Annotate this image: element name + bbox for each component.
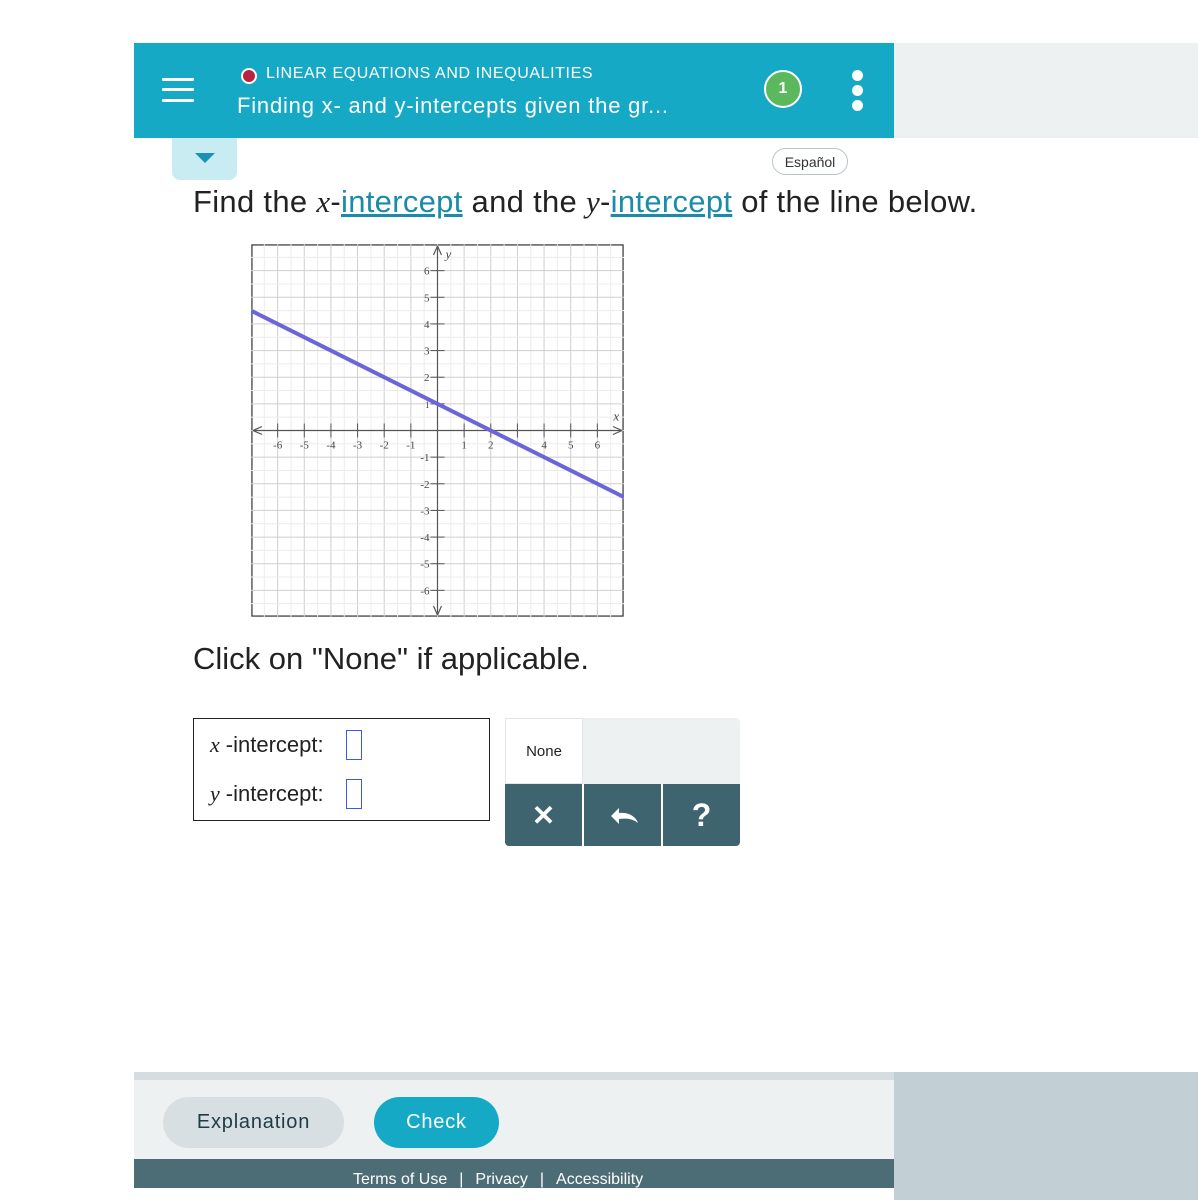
intercept-link-1[interactable]: intercept xyxy=(341,184,463,219)
help-button[interactable]: ? xyxy=(663,784,740,846)
red-dot-icon xyxy=(241,68,257,84)
question-text: Find the x-intercept and the y-intercept… xyxy=(193,184,978,220)
x-intercept-input[interactable] xyxy=(345,730,362,760)
y-tick-label: -2 xyxy=(420,479,429,491)
lesson-header: LINEAR EQUATIONS AND INEQUALITIES Findin… xyxy=(134,43,894,138)
x-tick-label: -3 xyxy=(353,440,363,452)
y-tick-label: -6 xyxy=(420,585,430,597)
clear-icon: ✕ xyxy=(531,799,556,831)
dash: - xyxy=(330,184,342,219)
y-intercept-row: y -intercept: xyxy=(210,779,362,809)
legal-footer: Terms of Use | Privacy | Accessibility xyxy=(134,1159,894,1188)
language-button[interactable]: Español xyxy=(772,148,848,175)
x-tick-label: -4 xyxy=(326,440,336,452)
separator: | xyxy=(459,1171,464,1188)
y-tick-label: -4 xyxy=(420,532,430,544)
legal-links: Terms of Use | Privacy | Accessibility xyxy=(353,1171,643,1188)
x-axis-label: x xyxy=(612,409,619,424)
progress-badge[interactable]: 1 xyxy=(764,70,802,108)
side-panel-top xyxy=(894,43,1198,138)
chevron-down-icon xyxy=(195,153,215,163)
topic-label: LINEAR EQUATIONS AND INEQUALITIES xyxy=(266,65,594,82)
answer-box: x -intercept: y -intercept: xyxy=(193,718,490,821)
help-icon: ? xyxy=(691,796,712,833)
x-tick-label: -5 xyxy=(300,440,310,452)
x-variable: x xyxy=(316,184,331,219)
terms-link[interactable]: Terms of Use xyxy=(353,1171,447,1188)
y-tick-label: -3 xyxy=(420,505,430,517)
x-intercept-row: x -intercept: xyxy=(210,730,362,760)
x-intercept-label: -intercept: xyxy=(225,732,324,757)
explanation-button[interactable]: Explanation xyxy=(163,1097,344,1148)
kebab-menu-icon[interactable] xyxy=(846,70,868,112)
x-tick-label: -1 xyxy=(406,440,415,452)
y-tick-label: 3 xyxy=(424,346,430,358)
undo-icon xyxy=(610,808,638,824)
none-button[interactable]: None xyxy=(505,718,583,784)
y-tick-label: 4 xyxy=(424,319,430,331)
y-tick-label: 5 xyxy=(424,292,430,304)
x-variable: x xyxy=(210,732,220,757)
y-intercept-input[interactable] xyxy=(345,779,362,809)
collapse-toggle[interactable] xyxy=(172,138,237,180)
intercept-link-2[interactable]: intercept xyxy=(611,184,733,219)
y-axis-label: y xyxy=(444,246,452,261)
hamburger-icon[interactable] xyxy=(162,76,194,104)
question-part2: and the xyxy=(462,184,586,219)
x-tick-label: 1 xyxy=(461,440,467,452)
question-part3: of the line below. xyxy=(732,184,978,219)
y-tick-label: -1 xyxy=(420,452,429,464)
check-button[interactable]: Check xyxy=(374,1097,499,1148)
y-variable: y xyxy=(210,781,220,806)
x-tick-label: 5 xyxy=(568,440,574,452)
y-tick-label: 6 xyxy=(424,266,430,278)
separator: | xyxy=(539,1171,545,1188)
x-tick-label: -2 xyxy=(380,440,389,452)
privacy-link[interactable]: Privacy xyxy=(475,1171,527,1188)
answer-keypad: None ✕ ? xyxy=(505,718,740,846)
x-tick-label: 4 xyxy=(541,440,547,452)
clear-button[interactable]: ✕ xyxy=(505,784,582,846)
y-tick-label: 2 xyxy=(424,372,430,384)
x-tick-label: 6 xyxy=(595,440,601,452)
y-tick-label: -5 xyxy=(420,559,430,571)
y-variable: y xyxy=(585,184,601,219)
lesson-title: Finding x- and y-intercepts given the gr… xyxy=(237,93,669,118)
side-panel-bottom xyxy=(894,1072,1198,1200)
undo-button[interactable] xyxy=(584,784,661,846)
accessibility-link[interactable]: Accessibility xyxy=(556,1171,643,1188)
x-tick-label: -6 xyxy=(273,440,283,452)
dash: - xyxy=(600,184,611,219)
x-tick-label: 2 xyxy=(488,440,494,452)
question-part1: Find the xyxy=(193,184,317,219)
none-prompt: Click on "None" if applicable. xyxy=(193,641,589,676)
y-intercept-label: -intercept: xyxy=(225,781,324,806)
coordinate-graph: -6 -5 -4 -3 -2 -1 1 2 4 5 665432-1-2-3-4-5-61xy xyxy=(251,244,624,617)
